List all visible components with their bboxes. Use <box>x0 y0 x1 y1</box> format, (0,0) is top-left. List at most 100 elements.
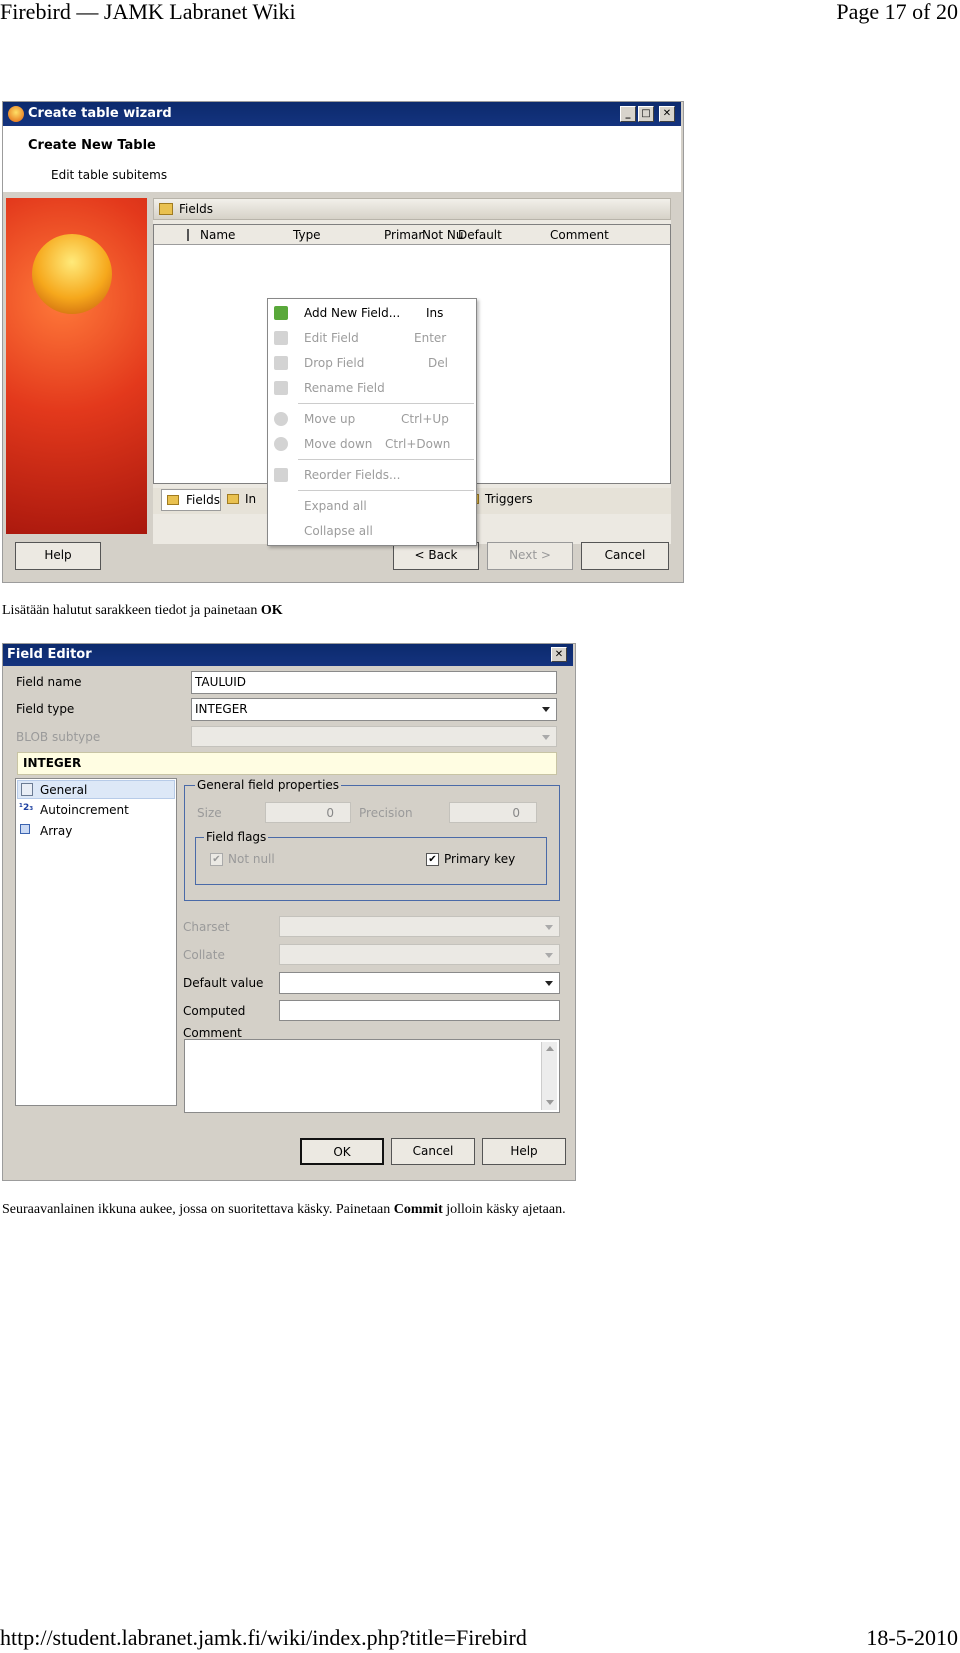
chevron-down-icon <box>542 707 550 712</box>
reorder-fields-icon <box>274 468 288 482</box>
precision-label: Precision <box>359 806 413 820</box>
maximize-button[interactable]: □ <box>638 106 654 122</box>
fields-panel-title: Fields <box>179 202 213 216</box>
wizard-title: Create table wizard <box>28 106 172 121</box>
default-value-select[interactable] <box>279 972 560 994</box>
nav-item-general[interactable]: General <box>17 780 175 799</box>
paragraph-bold-text: OK <box>260 603 283 618</box>
computed-input[interactable] <box>279 1000 560 1021</box>
column-type[interactable]: Type <box>293 228 321 242</box>
scroll-up-icon[interactable] <box>546 1046 554 1051</box>
tab-indices-label: In <box>245 492 257 506</box>
menu-item-label: Move up <box>304 412 356 426</box>
field-editor-nav: General ¹2₃ Autoincrement Array <box>15 778 177 1106</box>
menu-item-shortcut: Ins <box>426 306 444 320</box>
next-button[interactable]: Next > <box>487 542 573 570</box>
field-flags-group: Field flags ✔ Not null ✔ Primary key <box>195 830 547 885</box>
array-icon <box>20 824 30 834</box>
menu-item-move-down[interactable]: Move down Ctrl+Down <box>268 432 476 456</box>
menu-item-shortcut: Del <box>428 356 448 370</box>
chevron-down-icon <box>545 925 553 930</box>
field-editor-title: Field Editor <box>7 647 92 662</box>
column-default[interactable]: Default <box>458 228 502 242</box>
menu-item-label: Expand all <box>304 499 367 513</box>
tab-fields[interactable]: Fields <box>161 489 221 511</box>
add-field-icon <box>274 306 288 320</box>
precision-spinner[interactable]: 0 <box>449 802 537 823</box>
menu-separator <box>298 459 474 460</box>
collate-label: Collate <box>183 948 225 962</box>
page-number: Page 17 of 20 <box>836 0 958 24</box>
menu-item-shortcut: Ctrl+Down <box>385 437 451 451</box>
nav-item-label: Autoincrement <box>40 803 129 817</box>
fields-grid-header: Name Type Primar Not Nu Default Comment <box>154 225 670 245</box>
menu-item-shortcut: Enter <box>414 331 447 345</box>
menu-separator <box>298 403 474 404</box>
minimize-button[interactable]: _ <box>620 106 636 122</box>
field-name-input[interactable]: TAULUID <box>191 671 557 694</box>
primary-key-checkbox[interactable]: ✔ <box>426 853 439 866</box>
drop-field-icon <box>274 356 288 370</box>
cancel-button[interactable]: Cancel <box>581 542 669 570</box>
scroll-down-icon[interactable] <box>546 1100 554 1105</box>
nav-item-array[interactable]: Array <box>17 822 175 841</box>
not-null-checkbox[interactable]: ✔ <box>210 853 223 866</box>
index-icon <box>227 494 239 504</box>
instruction-paragraph-2: Seuraavanlainen ikkuna aukee, jossa on s… <box>2 1202 566 1218</box>
paragraph-text-after: jolloin käsky ajetaan. <box>442 1202 566 1217</box>
cancel-button[interactable]: Cancel <box>391 1138 475 1165</box>
collate-select[interactable] <box>279 944 560 965</box>
back-button[interactable]: < Back <box>393 542 479 570</box>
paragraph-bold-text: Commit <box>393 1202 443 1217</box>
size-spinner[interactable]: 0 <box>265 802 351 823</box>
field-type-select[interactable]: INTEGER <box>191 698 557 721</box>
comment-textarea[interactable] <box>184 1039 560 1113</box>
chevron-down-icon <box>545 953 553 958</box>
menu-item-label: Rename Field <box>304 381 385 395</box>
column-primary[interactable]: Primar <box>384 228 423 242</box>
menu-item-label: Collapse all <box>304 524 373 538</box>
wizard-heading: Create New Table <box>28 138 156 153</box>
tab-indices[interactable]: In <box>223 489 263 511</box>
ok-button[interactable]: OK <box>300 1138 384 1165</box>
menu-item-edit-field[interactable]: Edit Field Enter <box>268 326 476 350</box>
context-menu: Add New Field... Ins Edit Field Enter Dr… <box>267 298 477 546</box>
firebird-app-icon <box>8 106 24 122</box>
help-button[interactable]: Help <box>15 542 101 570</box>
menu-item-rename-field[interactable]: Rename Field <box>268 376 476 400</box>
size-value: 0 <box>326 806 334 820</box>
menu-item-drop-field[interactable]: Drop Field Del <box>268 351 476 375</box>
field-type-banner: INTEGER <box>17 752 557 775</box>
tab-triggers-label: Triggers <box>485 492 533 506</box>
chevron-down-icon <box>545 981 553 986</box>
column-name[interactable]: Name <box>200 228 235 242</box>
close-button[interactable]: ✕ <box>659 106 675 122</box>
help-button[interactable]: Help <box>482 1138 566 1165</box>
menu-item-collapse-all[interactable]: Collapse all <box>268 519 476 543</box>
folder-icon <box>167 495 179 505</box>
general-icon <box>21 783 33 796</box>
charset-label: Charset <box>183 920 230 934</box>
page-footer-url[interactable]: http://student.labranet.jamk.fi/wiki/ind… <box>0 1626 527 1650</box>
wizard-titlebar[interactable]: Create table wizard _ □ ✕ <box>3 102 681 126</box>
close-button[interactable]: ✕ <box>551 647 567 662</box>
move-down-icon <box>274 437 288 451</box>
menu-item-reorder-fields[interactable]: Reorder Fields... <box>268 463 476 487</box>
field-type-value: INTEGER <box>195 702 248 716</box>
menu-item-label: Edit Field <box>304 331 359 345</box>
page-footer-date: 18-5-2010 <box>866 1625 958 1650</box>
menu-item-move-up[interactable]: Move up Ctrl+Up <box>268 407 476 431</box>
charset-select[interactable] <box>279 916 560 937</box>
nav-item-autoincrement[interactable]: ¹2₃ Autoincrement <box>17 801 175 820</box>
menu-item-expand-all[interactable]: Expand all <box>268 494 476 518</box>
checkmark-icon: ✔ <box>428 854 437 865</box>
paragraph-text: Lisätään halutut sarakkeen tiedot ja pai… <box>2 603 261 618</box>
field-editor-window: Field Editor ✕ Field name TAULUID Field … <box>2 643 576 1181</box>
wizard-header: Create New Table Edit table subitems <box>3 126 681 192</box>
blob-subtype-select[interactable] <box>191 726 557 747</box>
menu-item-add-new-field[interactable]: Add New Field... Ins <box>268 301 476 325</box>
column-comment[interactable]: Comment <box>550 228 609 242</box>
comment-scrollbar[interactable] <box>541 1042 557 1110</box>
menu-item-label: Move down <box>304 437 373 451</box>
field-editor-titlebar[interactable]: Field Editor ✕ <box>3 644 573 666</box>
